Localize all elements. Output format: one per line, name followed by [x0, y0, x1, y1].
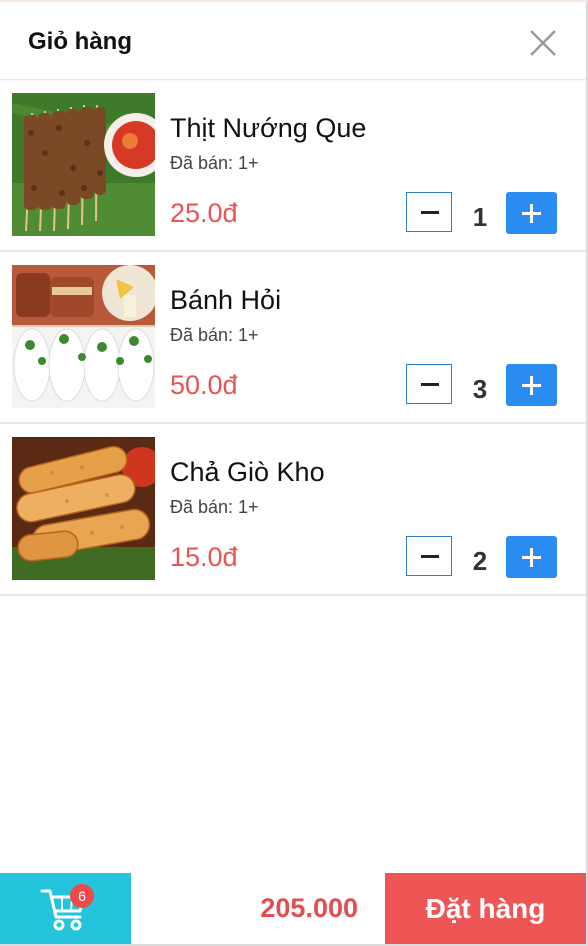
food-image [12, 93, 155, 236]
item-name: Bánh Hỏi [170, 285, 282, 315]
item-name: Chả Giò Kho [170, 457, 325, 487]
item-price: 50.0đ [170, 370, 238, 400]
increase-quantity-button[interactable] [506, 364, 557, 406]
close-button[interactable] [524, 24, 562, 62]
item-sold-count: Đã bán: 1+ [170, 153, 259, 173]
item-name: Thịt Nướng Que [170, 113, 367, 143]
item-price: 25.0đ [170, 198, 238, 228]
item-price: 15.0đ [170, 542, 238, 572]
decrease-quantity-button[interactable] [406, 364, 452, 404]
item-sold-count: Đã bán: 1+ [170, 325, 259, 345]
item-quantity: 2 [472, 546, 488, 576]
food-image [12, 265, 155, 408]
header: Giỏ hàng [0, 2, 586, 80]
food-image [12, 437, 155, 580]
footer-bar: 6 205.000 Đặt hàng [0, 873, 586, 944]
place-order-button[interactable]: Đặt hàng [385, 873, 586, 944]
increase-quantity-button[interactable] [506, 192, 557, 234]
cart-item: Thịt Nướng Que Đã bán: 1+ 25.0đ 1 [0, 80, 586, 252]
increase-quantity-button[interactable] [506, 536, 557, 578]
page-title: Giỏ hàng [28, 28, 132, 55]
close-icon [530, 30, 556, 56]
cart-list: Thịt Nướng Que Đã bán: 1+ 25.0đ 1 Bánh H… [0, 80, 586, 596]
total-price: 205.000 [260, 893, 358, 923]
decrease-quantity-button[interactable] [406, 192, 452, 232]
cart-button[interactable]: 6 [0, 873, 131, 944]
item-quantity: 3 [472, 374, 488, 404]
cart-item: Bánh Hỏi Đã bán: 1+ 50.0đ 3 [0, 252, 586, 424]
item-quantity: 1 [472, 202, 488, 232]
item-sold-count: Đã bán: 1+ [170, 497, 259, 517]
cart-count-badge: 6 [70, 884, 94, 908]
cart-item: Chả Giò Kho Đã bán: 1+ 15.0đ 2 [0, 424, 586, 596]
decrease-quantity-button[interactable] [406, 536, 452, 576]
